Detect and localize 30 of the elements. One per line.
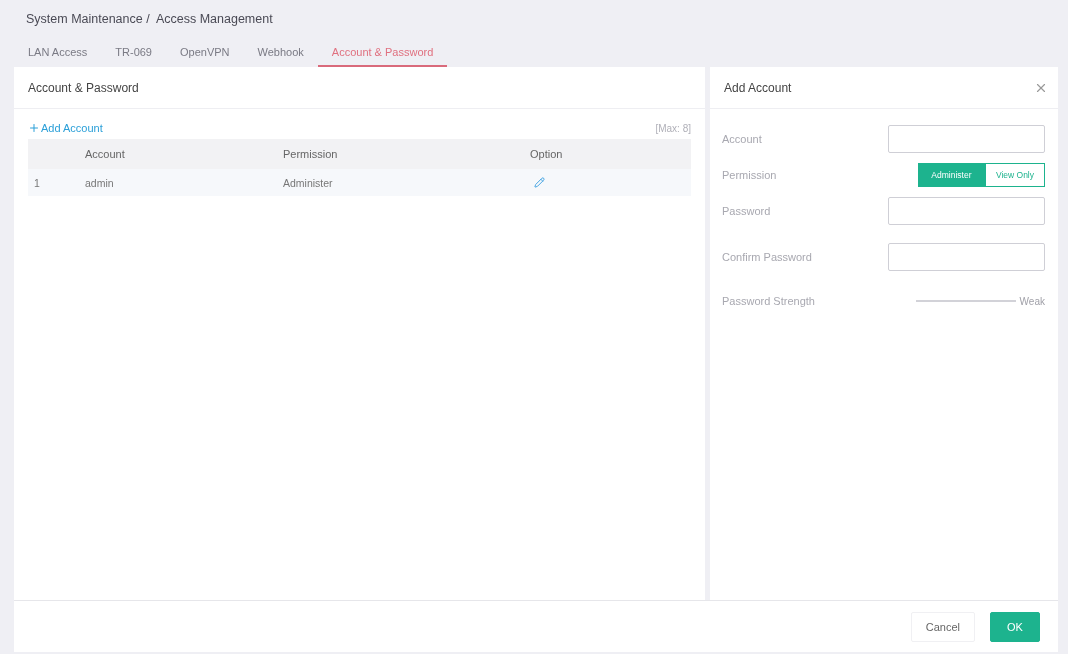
pencil-icon[interactable] — [534, 177, 545, 188]
account-name: admin — [85, 176, 114, 189]
text-input[interactable] — [888, 197, 1045, 225]
text-input[interactable] — [888, 242, 1045, 271]
segment-option[interactable]: Administer — [918, 163, 985, 187]
field-label: Permission — [722, 169, 777, 181]
panel-title: Add Account — [724, 80, 792, 95]
field-label: Password — [722, 205, 771, 217]
segment-option[interactable]: View Only — [984, 163, 1045, 187]
field-label: Password Strength — [722, 295, 815, 307]
add-account-link[interactable]: Add Account — [28, 122, 103, 134]
tab[interactable]: LAN Access — [14, 39, 102, 67]
column-header: Option — [530, 148, 563, 160]
strength-reading: Weak — [1019, 295, 1045, 307]
max-note: [Max: 8] — [655, 122, 691, 134]
tab[interactable]: Webhook — [243, 39, 318, 67]
permission-value: Administer — [283, 176, 333, 189]
panel-title: Account & Password — [28, 80, 139, 95]
cancel-button[interactable]: Cancel — [910, 611, 975, 642]
column-header: Permission — [283, 148, 338, 160]
tab[interactable]: TR-069 — [101, 39, 166, 67]
text-input[interactable] — [888, 125, 1045, 153]
tab[interactable]: OpenVPN — [166, 39, 244, 67]
field-label: Confirm Password — [722, 250, 812, 263]
row-index: 1 — [34, 176, 40, 189]
field-label: Account — [722, 133, 762, 145]
ok-button[interactable]: OK — [990, 611, 1040, 642]
column-header: Account — [85, 148, 125, 160]
plus-icon — [28, 122, 40, 134]
breadcrumb: System Maintenance / Access Management — [26, 12, 273, 26]
